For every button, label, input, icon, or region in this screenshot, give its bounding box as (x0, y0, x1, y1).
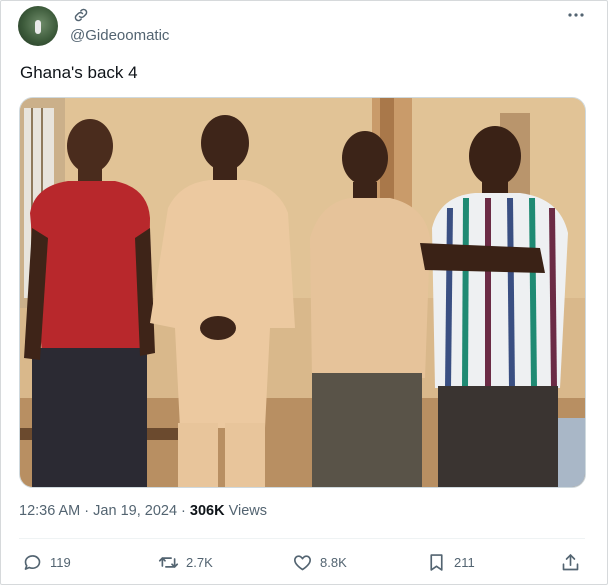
tweet-media-photo[interactable] (19, 97, 586, 488)
tweet-text: Ghana's back 4 (20, 63, 138, 82)
meta-separator: · (80, 503, 94, 519)
reply-icon (24, 554, 41, 570)
author-handle[interactable]: @Gideoomatic (70, 27, 169, 44)
tweet-date[interactable]: Jan 19, 2024 (93, 503, 177, 519)
heart-icon (294, 554, 311, 570)
share-icon (562, 553, 579, 570)
reply-count: 119 (50, 554, 71, 570)
tweet-time[interactable]: 12:36 AM (19, 503, 80, 519)
retweet-button[interactable]: 2.7K (158, 548, 213, 576)
meta-separator: · (177, 503, 190, 519)
more-icon[interactable] (566, 6, 586, 24)
action-bar: 119 2.7K 8.8K 211 (0, 548, 608, 578)
retweet-icon (158, 556, 179, 568)
retweet-count: 2.7K (186, 554, 213, 570)
bookmark-button[interactable]: 211 (426, 548, 475, 576)
bookmark-icon (430, 553, 443, 571)
bookmark-count: 211 (454, 554, 475, 570)
share-button[interactable] (560, 548, 581, 576)
avatar[interactable] (18, 6, 58, 46)
like-button[interactable]: 8.8K (292, 548, 347, 576)
views-count: 306K (189, 503, 225, 519)
link-icon (74, 8, 88, 22)
tweet-meta: 12:36 AM · Jan 19, 2024 · 306K Views (19, 503, 267, 519)
reply-button[interactable]: 119 (22, 548, 71, 576)
like-count: 8.8K (320, 554, 347, 570)
views-label: Views (228, 503, 268, 519)
divider (19, 538, 585, 539)
